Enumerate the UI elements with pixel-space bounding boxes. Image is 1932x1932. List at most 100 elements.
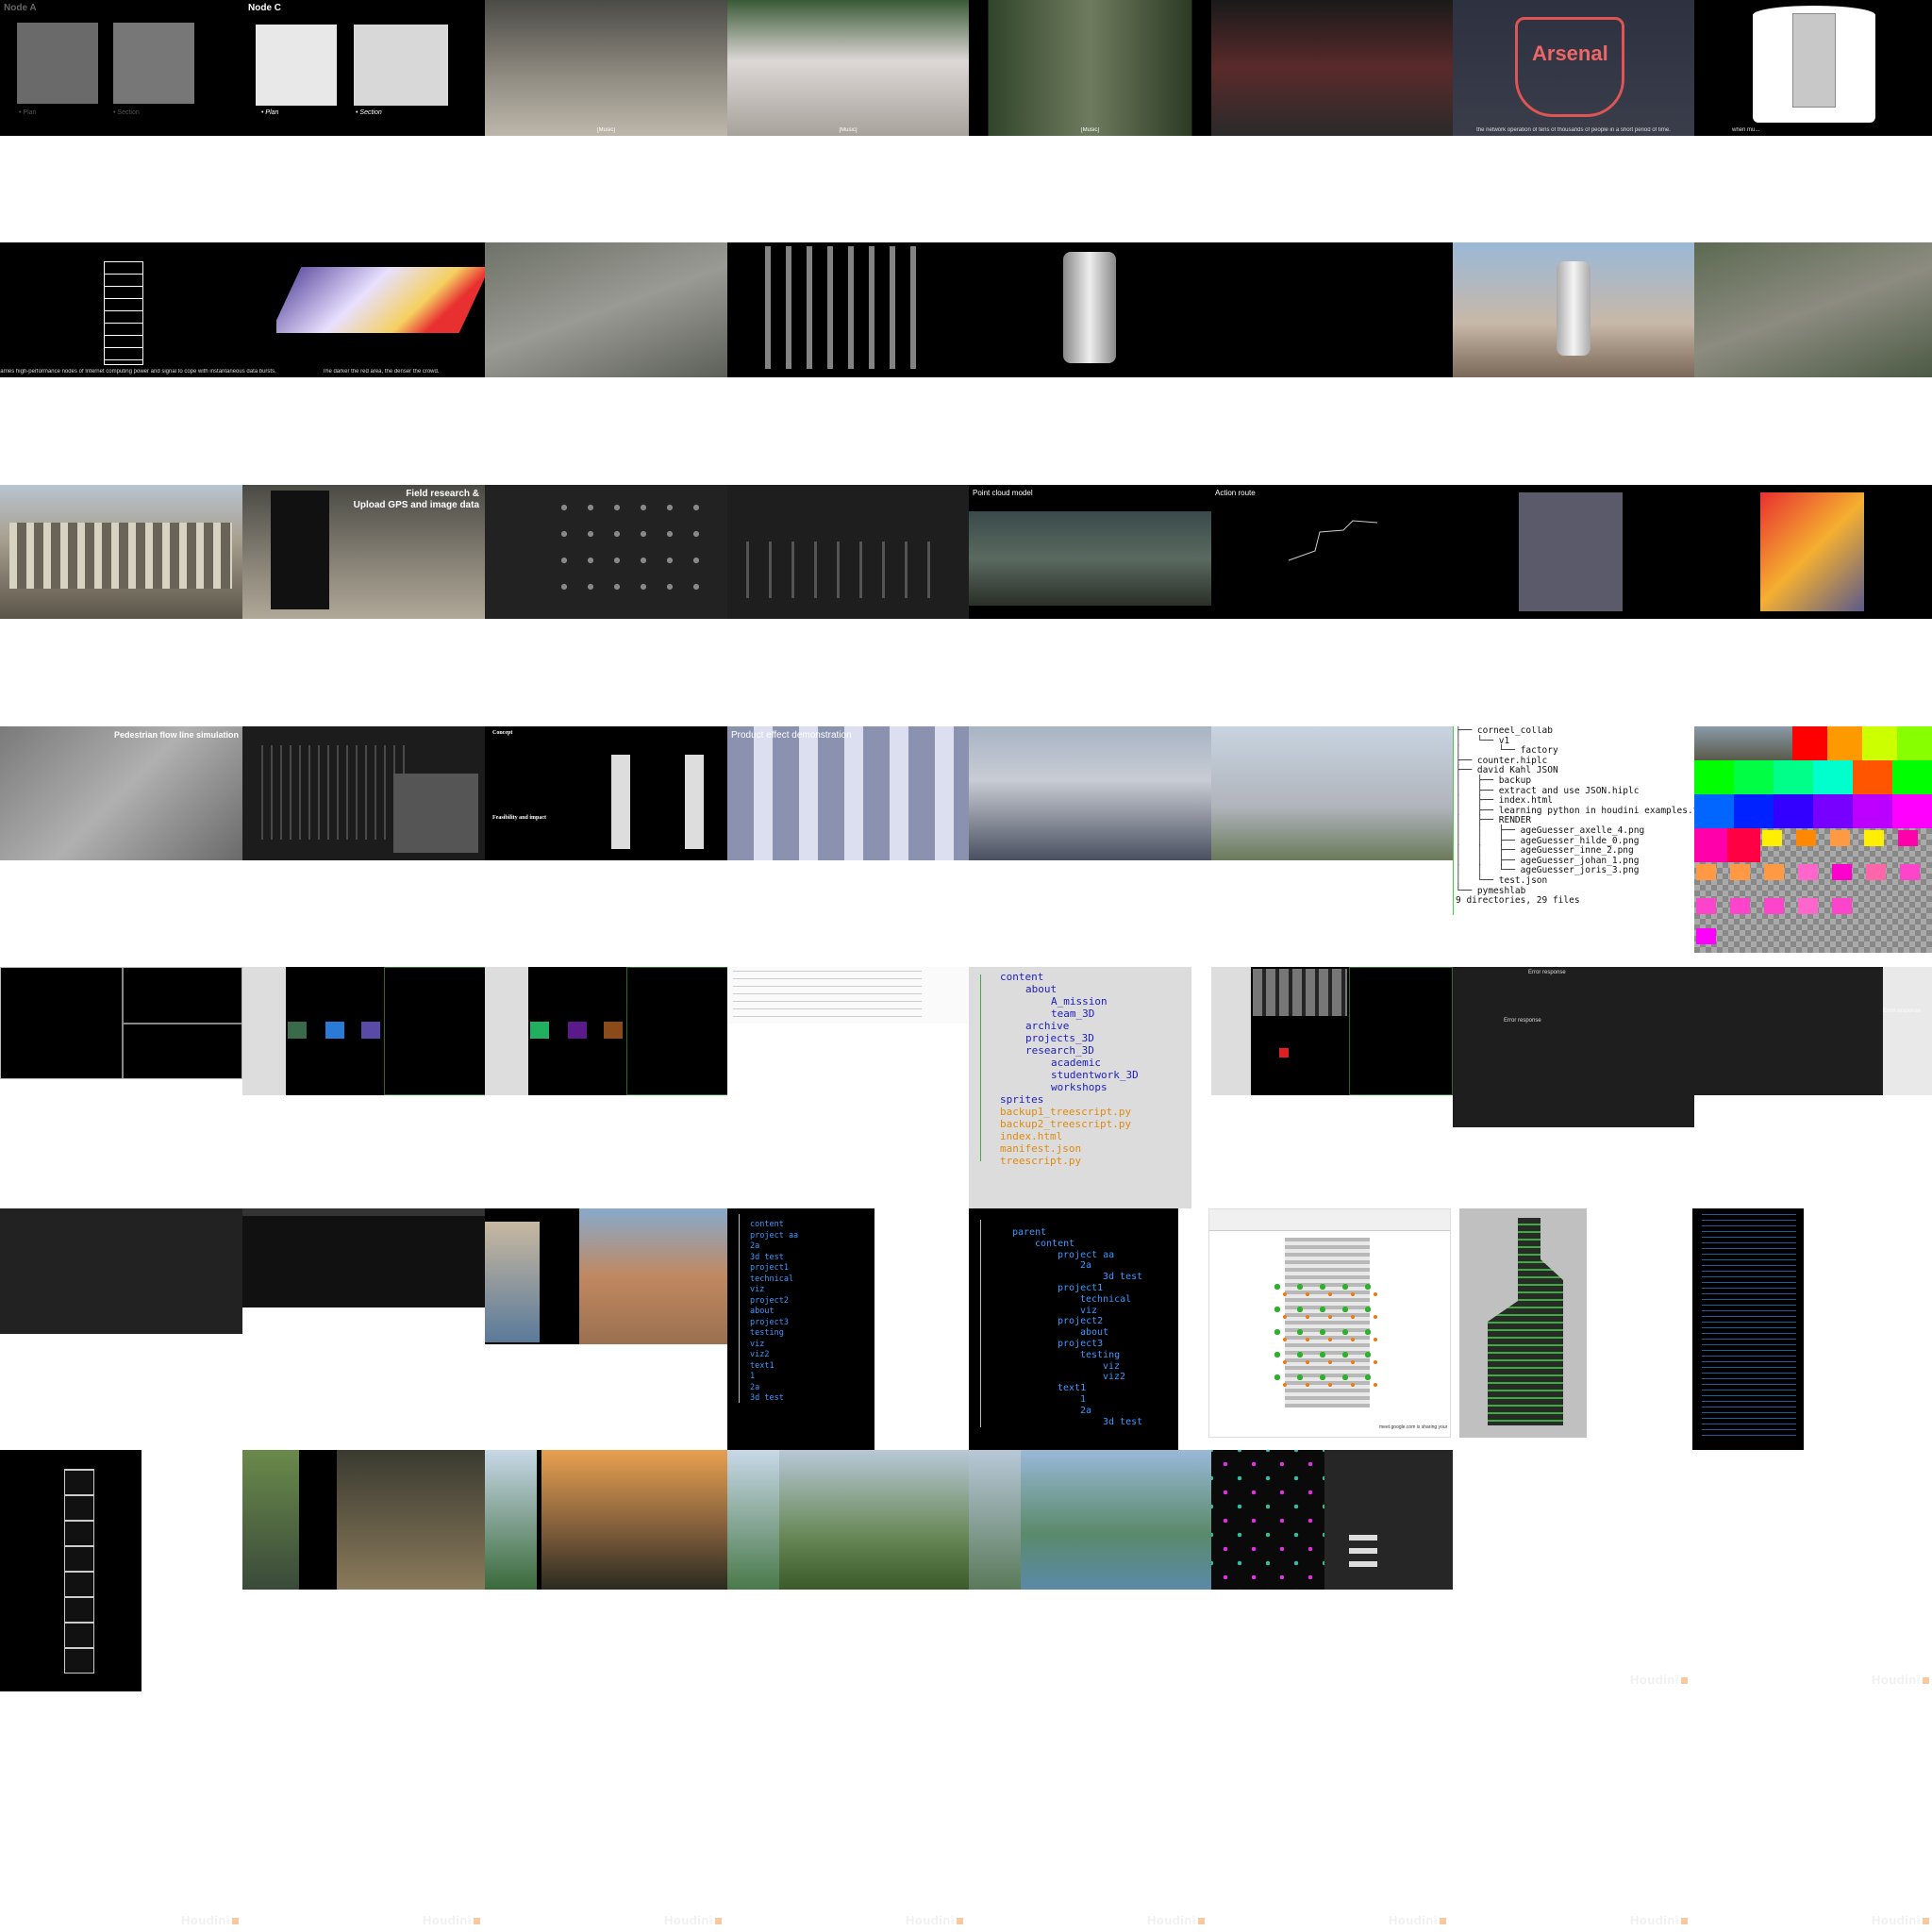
thumb-houdini-ui-1[interactable] — [242, 967, 485, 1095]
thumb-aerial-1[interactable] — [485, 242, 727, 377]
tree-b-item[interactable]: 3d test — [976, 1417, 1142, 1428]
thumb-point-cloud[interactable]: Point cloud model — [969, 485, 1211, 619]
thumb-columns-museum[interactable] — [1211, 726, 1453, 860]
tree-b-item[interactable]: testing — [976, 1350, 1142, 1361]
tree-item[interactable]: projects_3D — [976, 1032, 1139, 1044]
thumb-viewport-quad[interactable] — [0, 967, 242, 1079]
thumb-british-museum[interactable] — [0, 485, 242, 619]
thumb-cave-photos[interactable] — [242, 1450, 485, 1590]
thumb-pedestrian-sim[interactable]: Pedestrian flow line simulation — [0, 726, 242, 860]
thumb-crowd[interactable] — [1211, 0, 1453, 136]
thumb-diagram-sheet[interactable] — [242, 726, 485, 860]
tree-item[interactable]: sprites — [976, 1093, 1139, 1106]
tree-b-item[interactable]: technical — [976, 1294, 1142, 1306]
tree-item[interactable]: academic — [976, 1057, 1139, 1069]
thumb-form-sheet[interactable] — [727, 967, 969, 1024]
thumb-pavilion-plaza[interactable]: [Music] — [485, 0, 727, 136]
thumb-aerial-tower[interactable] — [1453, 242, 1694, 377]
thumb-node-a[interactable]: Node A • Plan • Section — [0, 0, 242, 136]
tree-a-item[interactable]: 1 — [750, 1372, 798, 1383]
thumb-black[interactable] — [1211, 242, 1453, 377]
thumb-tower-sketch[interactable]: when mu... — [1694, 0, 1932, 136]
tree-b-item[interactable]: viz — [976, 1361, 1142, 1373]
thumb-houdini-ui-2[interactable] — [485, 967, 727, 1095]
thumb-dark-editor-2[interactable]: Error response — [1694, 967, 1932, 1095]
tree-a-item[interactable]: content — [750, 1220, 798, 1231]
tree-item[interactable]: workshops — [976, 1081, 1139, 1093]
tree-item[interactable]: backup1_treescript.py — [976, 1106, 1139, 1118]
tree-a-item[interactable]: project2 — [750, 1296, 798, 1307]
thumb-pavilion-wall[interactable]: [Music] — [727, 0, 969, 136]
tree-item[interactable]: manifest.json — [976, 1142, 1139, 1155]
tree-item[interactable]: content — [976, 971, 1139, 983]
tree-b-item[interactable]: viz2 — [976, 1372, 1142, 1383]
thumb-dark-editor-3[interactable] — [0, 1208, 242, 1334]
thumb-mangrove[interactable] — [969, 1450, 1211, 1590]
tree-b-item[interactable]: viz — [976, 1306, 1142, 1317]
tree-b-item[interactable]: 2a — [976, 1406, 1142, 1417]
tree-b-item[interactable]: 2a — [976, 1260, 1142, 1272]
thumb-phone-beach[interactable] — [485, 1208, 727, 1344]
thumb-arsenal[interactable]: Arsenal the network operation of tens of… — [1453, 0, 1694, 136]
thumb-sunset[interactable] — [485, 1450, 727, 1590]
tree-b-item[interactable]: project2 — [976, 1316, 1142, 1327]
tree-a-item[interactable]: testing — [750, 1328, 798, 1340]
tree-b-item[interactable]: 1 — [976, 1394, 1142, 1406]
tree-a-item[interactable]: viz — [750, 1340, 798, 1351]
thumb-sketch-figures[interactable] — [727, 485, 969, 619]
thumb-node-c[interactable]: Node C • Plan • Section — [242, 0, 485, 136]
tree-a-item[interactable]: viz2 — [750, 1350, 798, 1361]
tree-a-item[interactable]: viz — [750, 1285, 798, 1296]
tree-item[interactable]: team_3D — [976, 1008, 1139, 1020]
thumb-field-research[interactable]: Field research & Upload GPS and image da… — [242, 485, 485, 619]
tree-a-item[interactable]: project3 — [750, 1318, 798, 1329]
thumb-pavilion-forest[interactable]: [Music] — [969, 0, 1211, 136]
tree-b-item[interactable]: content — [976, 1239, 1142, 1250]
thumb-houdini-ui-3[interactable] — [1211, 967, 1453, 1095]
thumb-map-gray[interactable] — [1453, 485, 1694, 619]
tree-item[interactable]: about — [976, 983, 1139, 995]
thumb-dark-editor-4[interactable] — [242, 1208, 485, 1307]
tree-item[interactable]: A_mission — [976, 995, 1139, 1008]
thumb-columns-street[interactable] — [969, 726, 1211, 860]
tree-a-item[interactable]: project1 — [750, 1263, 798, 1274]
thumb-tower-render[interactable] — [969, 242, 1211, 377]
thumb-product-demo[interactable]: Product effect demonstration — [727, 726, 969, 860]
thumb-tree-script[interactable]: content about A_mission team_3D archive … — [969, 967, 1191, 1208]
tree-a-item[interactable]: 3d test — [750, 1393, 798, 1405]
thumb-color-segmentation[interactable] — [1211, 1450, 1453, 1590]
thumb-tower-green[interactable] — [1459, 1208, 1587, 1438]
tree-b-item[interactable]: text1 — [976, 1383, 1142, 1394]
thumb-dark-editor-1[interactable]: Error response Error response — [1453, 967, 1694, 1127]
thumb-aerial-museum[interactable] — [1694, 242, 1932, 377]
thumb-color-swatches[interactable] — [1694, 726, 1932, 953]
tree-a-item[interactable]: technical — [750, 1274, 798, 1286]
tree-item[interactable]: index.html — [976, 1130, 1139, 1142]
thumb-exploded-tower[interactable] — [727, 242, 969, 377]
tree-item[interactable]: backup2_treescript.py — [976, 1118, 1139, 1130]
tree-a-item[interactable]: 2a — [750, 1383, 798, 1394]
thumb-map-heat[interactable] — [1694, 485, 1932, 619]
tree-a-item[interactable]: 2a — [750, 1241, 798, 1253]
thumb-tower-model[interactable]: meet.google.com is sharing your — [1208, 1208, 1451, 1438]
tree-item[interactable]: archive — [976, 1020, 1139, 1032]
tree-b-item[interactable]: project aa — [976, 1250, 1142, 1261]
thumb-action-route[interactable]: Action route — [1211, 485, 1453, 619]
thumb-tree-black-1[interactable]: content project aa 2a 3d test project1 t… — [727, 1208, 874, 1450]
tree-item[interactable]: studentwork_3D — [976, 1069, 1139, 1081]
tree-b-item[interactable]: 3d test — [976, 1272, 1142, 1283]
tree-a-item[interactable]: 3d test — [750, 1253, 798, 1264]
tree-b-item[interactable]: parent — [976, 1227, 1142, 1239]
tree-item[interactable]: treescript.py — [976, 1155, 1139, 1167]
tree-a-item[interactable]: text1 — [750, 1361, 798, 1373]
thumb-concept-sheet[interactable]: Concept Feasibility and impact — [485, 726, 727, 860]
thumb-file-tree[interactable]: ├── corneel_collab │ └── v1 │ └── factor… — [1453, 726, 1694, 915]
tree-b-item[interactable]: about — [976, 1327, 1142, 1339]
tree-b-item[interactable]: project3 — [976, 1339, 1142, 1350]
tree-a-item[interactable]: about — [750, 1307, 798, 1318]
thumb-crowd-heatmap[interactable]: The darker the red area, the denser the … — [276, 242, 485, 377]
thumb-building-section[interactable]: arries high-performance nodes of Interne… — [0, 242, 276, 377]
thumb-photo-grid[interactable] — [485, 485, 727, 619]
tree-a-item[interactable]: project aa — [750, 1231, 798, 1242]
tree-b-item[interactable]: project1 — [976, 1283, 1142, 1294]
